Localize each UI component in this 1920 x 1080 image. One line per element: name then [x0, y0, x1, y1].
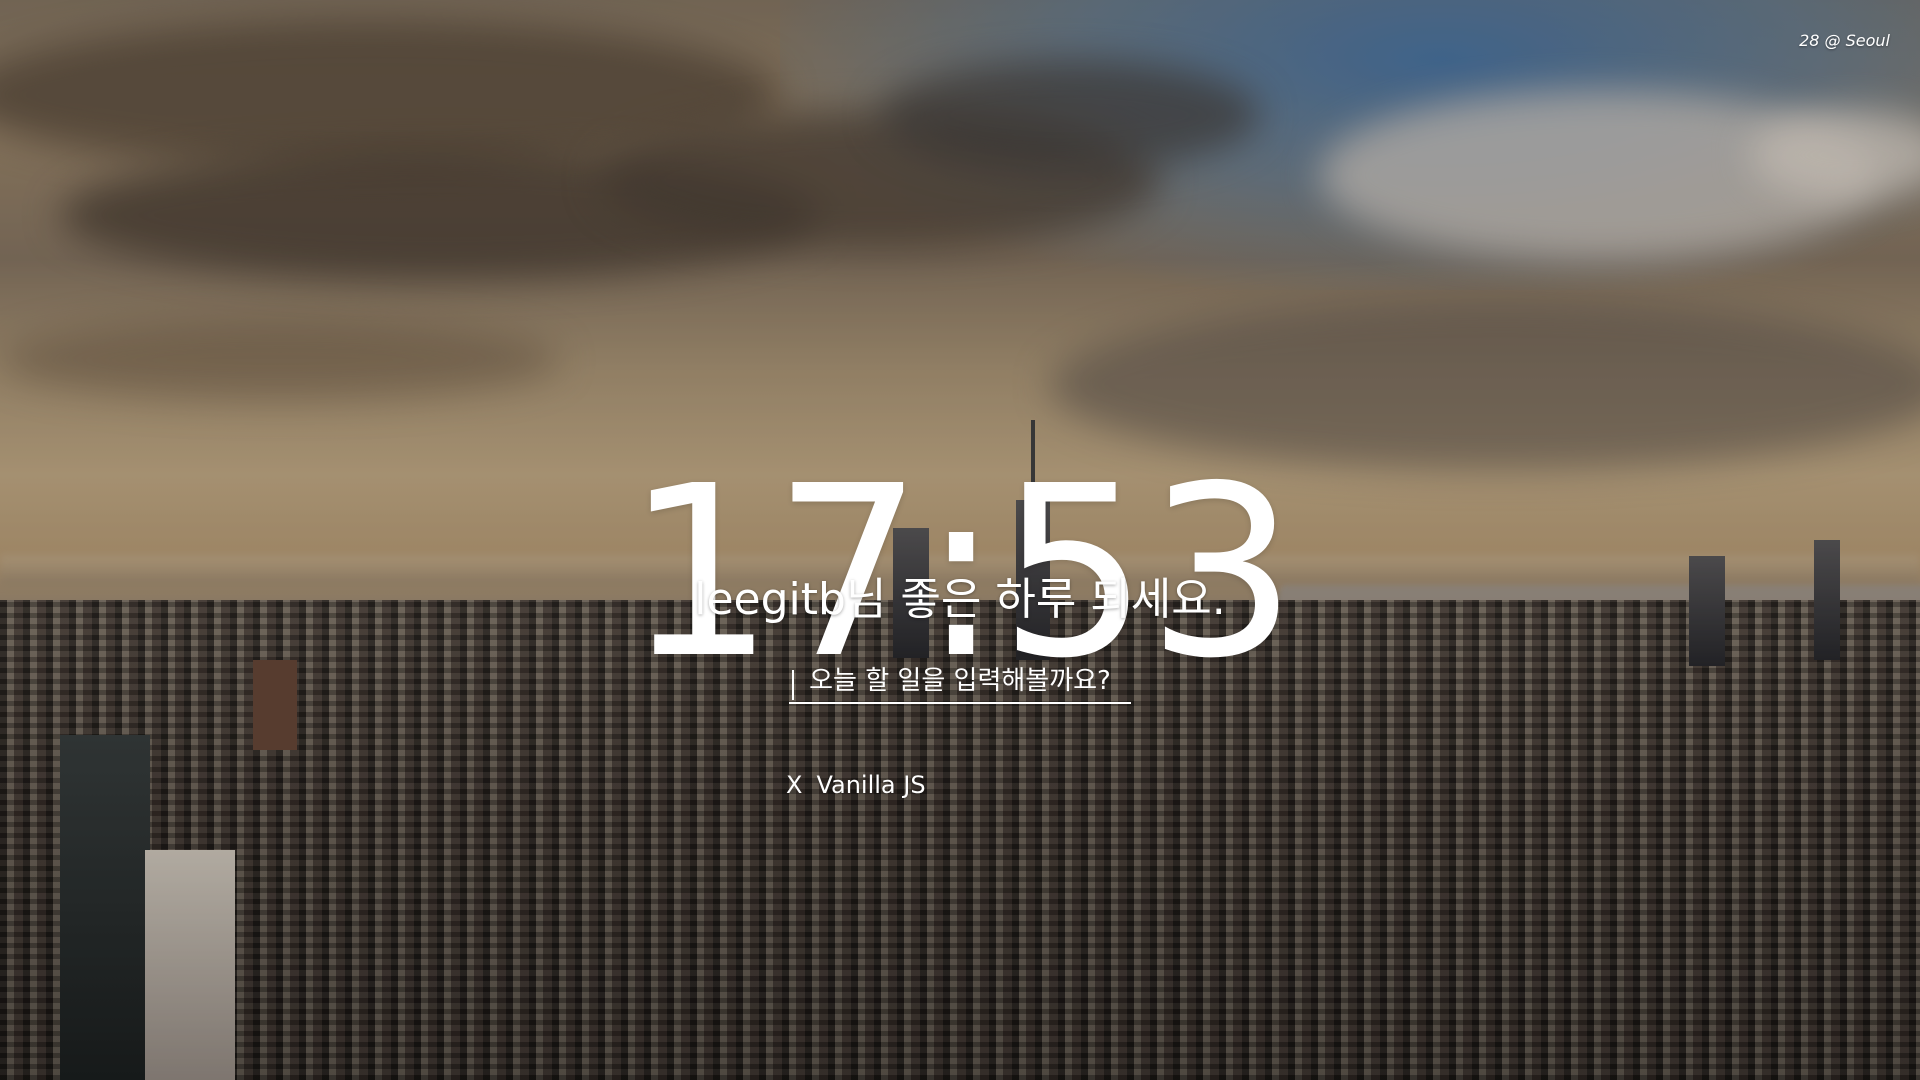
delete-todo-button[interactable]: X [786, 771, 816, 799]
todo-input[interactable] [789, 662, 1131, 704]
weather-info: 28 @ Seoul [1799, 31, 1890, 50]
todo-list: X Vanilla JS [786, 768, 926, 802]
todo-form [789, 662, 1131, 704]
text-cursor [792, 670, 794, 700]
todo-item: X Vanilla JS [786, 768, 926, 802]
greeting-text: leegitb님 좋은 하루 되세요. [694, 574, 1226, 625]
todo-item-text: Vanilla JS [816, 771, 926, 799]
